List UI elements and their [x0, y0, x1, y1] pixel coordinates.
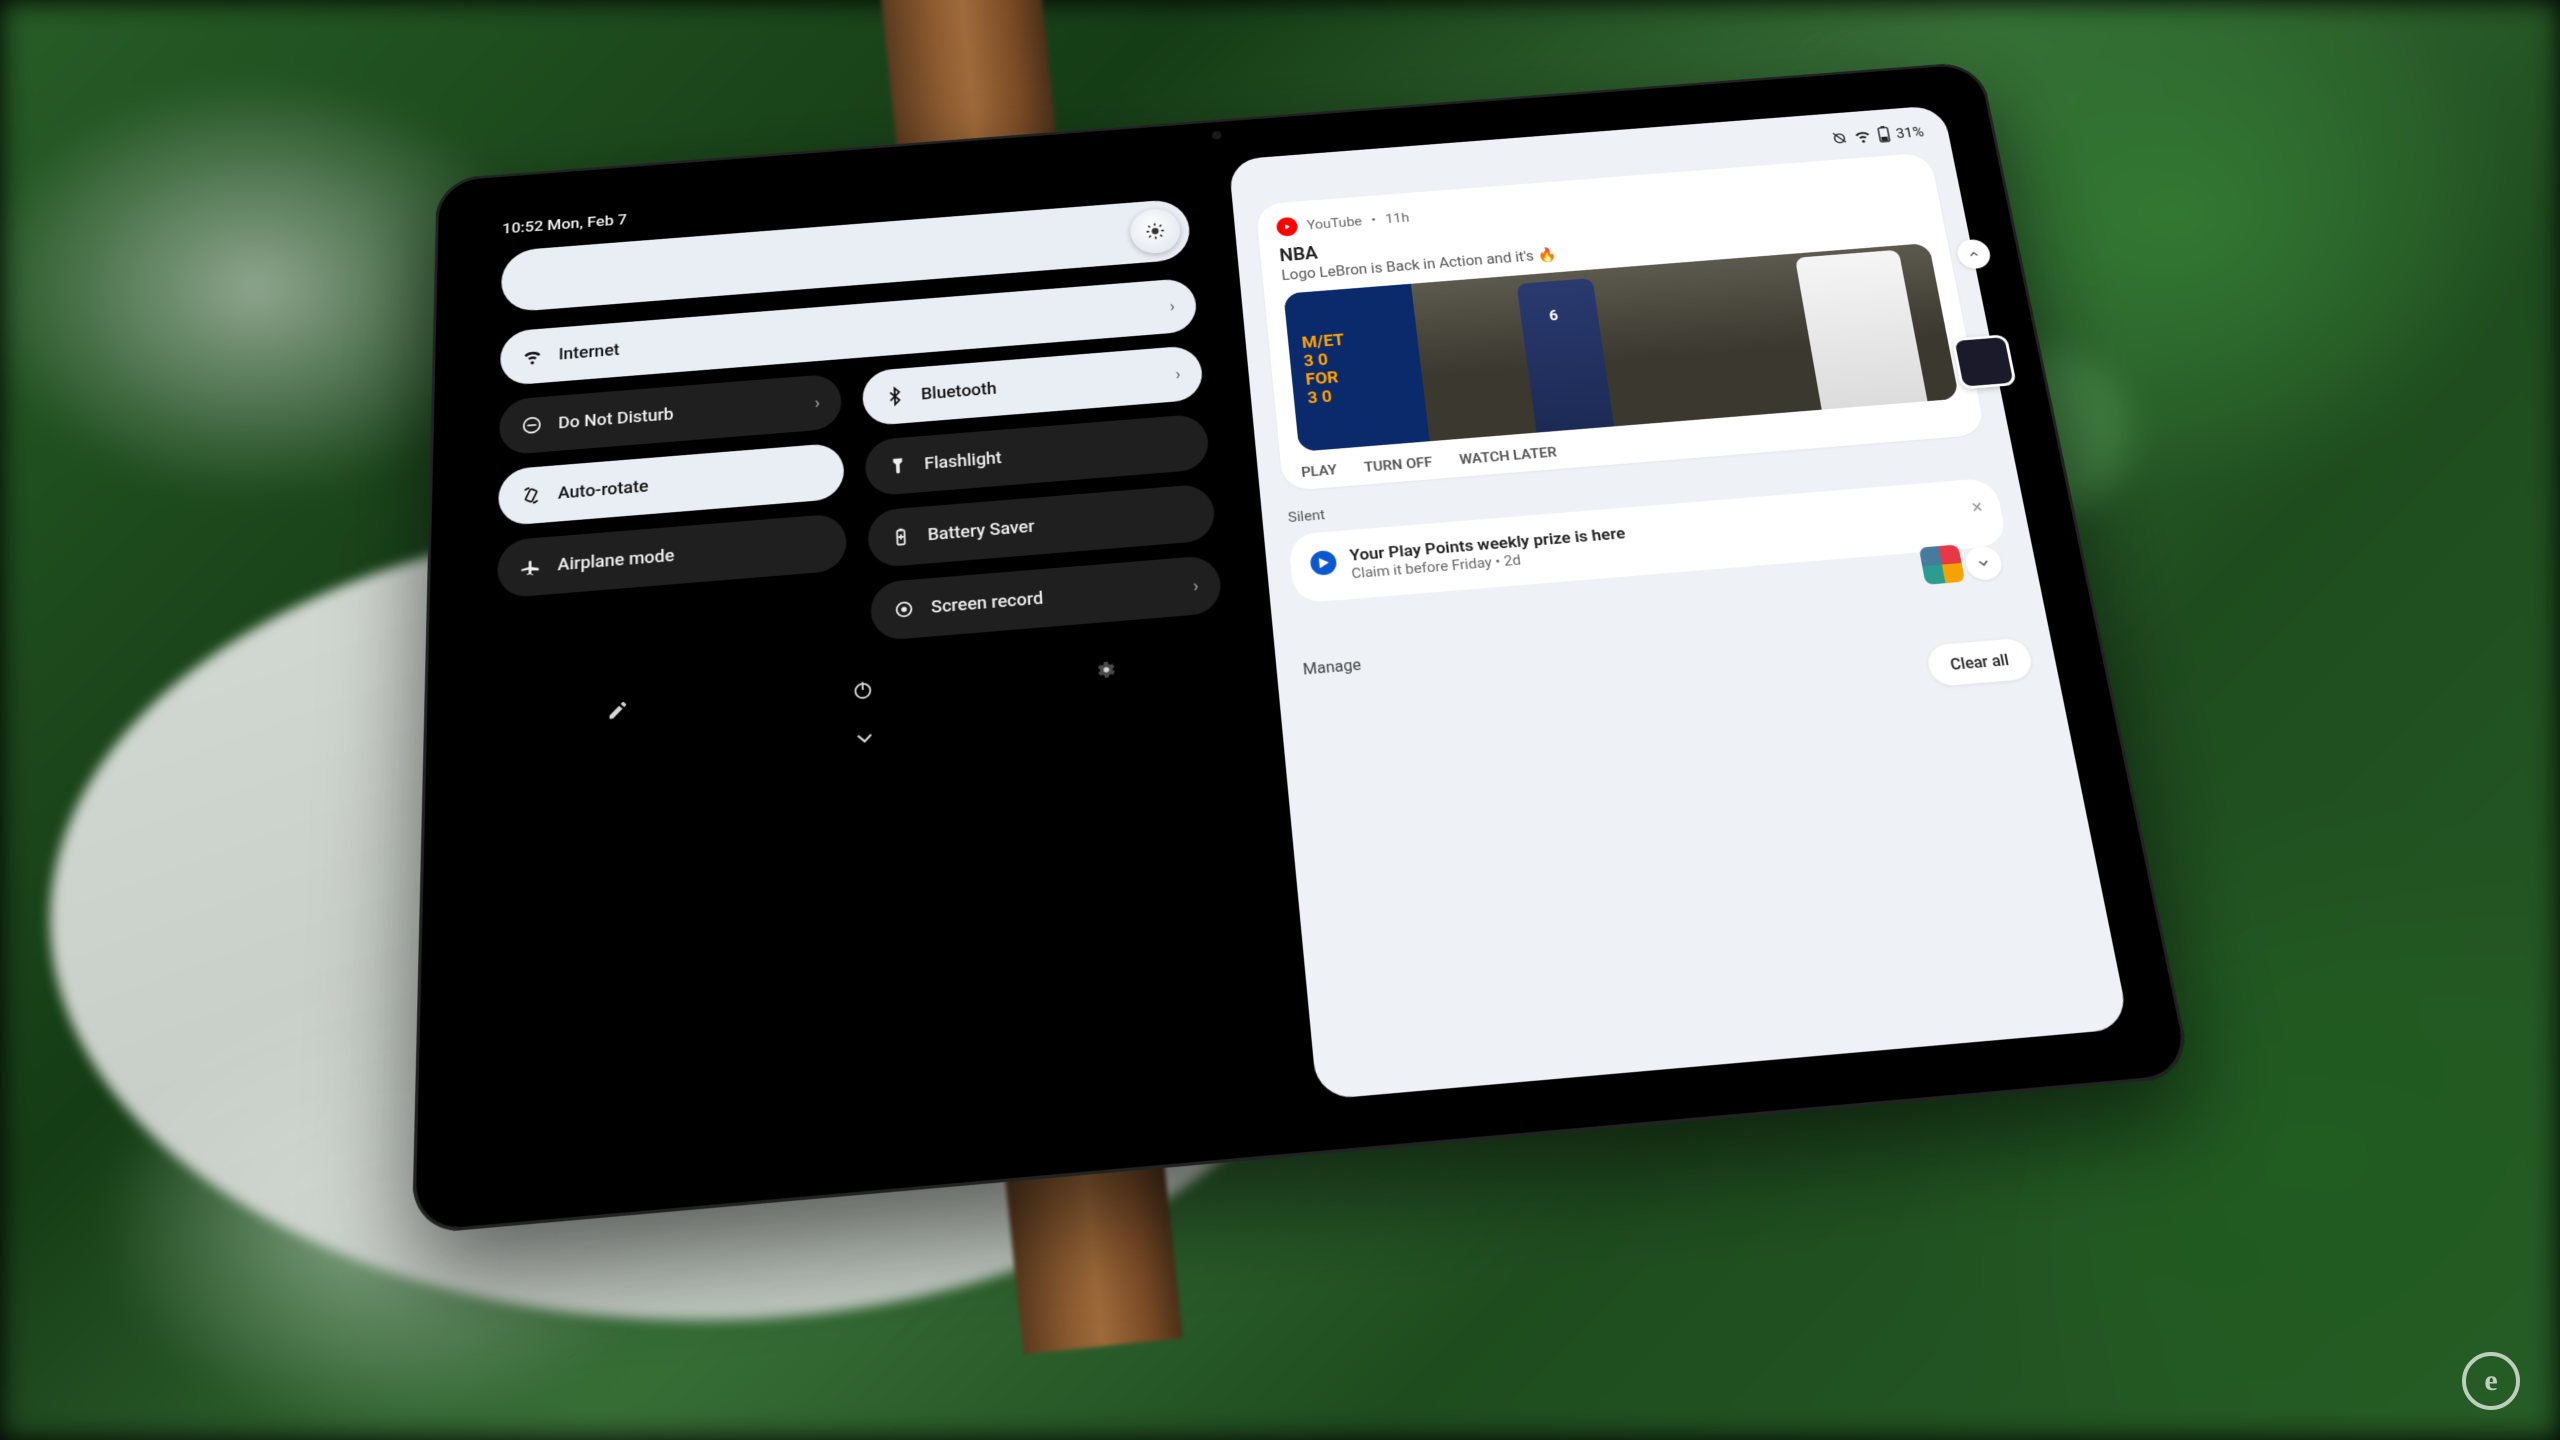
chevron-right-icon: › [1192, 576, 1199, 596]
power-icon [851, 679, 874, 702]
tile-label: Airplane mode [557, 546, 674, 575]
quick-settings-panel: 10:52 Mon, Feb 7 Internet › Do Not Distu… [445, 144, 1310, 1198]
battery-percentage: 31% [1895, 123, 1926, 141]
chevron-down-icon [851, 725, 878, 753]
youtube-icon [1276, 217, 1299, 237]
tile-label: Do Not Disturb [558, 405, 674, 433]
brightness-icon [1144, 221, 1166, 241]
tile-flashlight[interactable]: Flashlight [864, 413, 1210, 496]
gear-icon [1094, 658, 1118, 681]
notifications-panel: 31% YouTube • 11h NBA Logo LeBron is Bac… [1228, 105, 2129, 1100]
tile-do-not-disturb[interactable]: Do Not Disturb › [499, 373, 842, 455]
screen-record-icon [893, 598, 916, 620]
flashlight-icon [887, 455, 909, 477]
dnd-icon [521, 415, 543, 436]
video-thumbnail[interactable] [1951, 334, 2017, 389]
player-white [1795, 250, 1928, 410]
wifi-icon [1852, 127, 1874, 145]
status-bar-right: 31% [1830, 123, 1925, 146]
power-button[interactable] [840, 667, 886, 713]
action-play[interactable]: PLAY [1301, 461, 1338, 480]
chevron-right-icon: › [1169, 297, 1176, 315]
quick-settings-grid: Internet › Do Not Disturb › Bluetooth › … [496, 278, 1223, 673]
tile-airplane-mode[interactable]: Airplane mode [497, 513, 847, 599]
wifi-icon [522, 346, 544, 367]
notification-time: 11h [1385, 210, 1410, 227]
scoreboard: M/ET 3 0 FOR 3 0 [1283, 284, 1429, 452]
tile-battery-saver[interactable]: Battery Saver [867, 483, 1216, 568]
tile-label: Bluetooth [921, 379, 997, 404]
play-points-icon [1309, 550, 1337, 576]
app-name: YouTube [1306, 213, 1363, 232]
tile-label: Internet [559, 340, 620, 363]
chevron-up-icon [1966, 248, 1982, 261]
tile-label: Screen record [931, 588, 1044, 617]
clear-all-button[interactable]: Clear all [1925, 638, 2035, 687]
battery-saver-icon [890, 526, 913, 548]
manage-notifications-link[interactable]: Manage [1302, 601, 2021, 678]
bluetooth-icon [884, 386, 906, 407]
tile-label: Flashlight [924, 448, 1002, 473]
edit-tiles-button[interactable] [596, 687, 641, 733]
front-camera [1212, 131, 1222, 140]
airplane-icon [519, 556, 541, 578]
expand-button[interactable] [1963, 545, 2005, 581]
chevron-right-icon: › [1175, 364, 1182, 383]
pencil-icon [607, 699, 629, 722]
tablet-device: 10:52 Mon, Feb 7 Internet › Do Not Distu… [412, 61, 2193, 1234]
play-points-thumbnail [1919, 544, 1965, 584]
tile-label: Auto-rotate [558, 476, 649, 502]
auto-rotate-icon [520, 485, 542, 507]
action-turn-off[interactable]: TURN OFF [1363, 454, 1433, 476]
video-frame: 6 [1411, 243, 1959, 441]
action-watch-later[interactable]: WATCH LATER [1458, 444, 1557, 468]
expand-handle[interactable] [841, 715, 887, 762]
tile-screen-record[interactable]: Screen record › [870, 555, 1223, 642]
settings-button[interactable] [1082, 647, 1129, 693]
tablet-screen: 10:52 Mon, Feb 7 Internet › Do Not Distu… [445, 87, 2155, 1198]
chevron-right-icon: › [814, 393, 820, 412]
engadget-watermark: e [2462, 1352, 2520, 1410]
tile-label: Battery Saver [927, 517, 1035, 545]
brightness-knob[interactable] [1129, 207, 1182, 255]
notification-youtube[interactable]: YouTube • 11h NBA Logo LeBron is Back in… [1255, 152, 1985, 491]
tile-auto-rotate[interactable]: Auto-rotate [498, 442, 845, 526]
dismiss-button[interactable]: × [1970, 495, 1985, 518]
chevron-down-icon [1974, 555, 1993, 571]
alarm-off-icon [1830, 130, 1849, 146]
play-points-time: 2d [1503, 551, 1522, 569]
tile-bluetooth[interactable]: Bluetooth › [862, 345, 1205, 427]
battery-icon [1876, 126, 1892, 143]
collapse-button[interactable] [1955, 238, 1993, 269]
player-blue: 6 [1516, 278, 1614, 433]
